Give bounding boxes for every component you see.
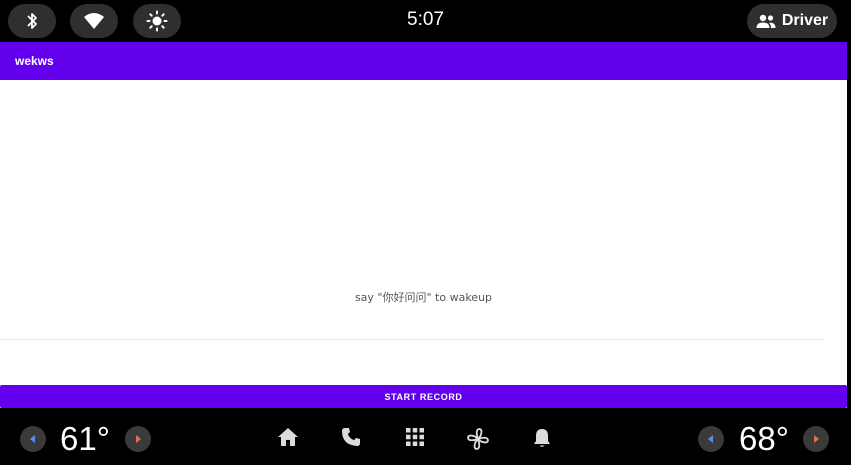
apps-grid-icon — [406, 428, 424, 446]
right-arrow-icon — [136, 435, 141, 443]
notifications-button[interactable] — [532, 427, 552, 449]
phone-button[interactable] — [341, 427, 361, 447]
home-button[interactable] — [277, 427, 299, 447]
divider — [0, 339, 824, 340]
app-bar: wekws — [0, 42, 847, 80]
user-label: Driver — [781, 12, 829, 29]
start-record-button[interactable]: START RECORD — [0, 385, 847, 408]
wakeup-hint-text: say "你好问问" to wakeup — [354, 291, 493, 304]
left-arrow-icon — [30, 435, 35, 443]
right-temperature: 68° — [739, 420, 789, 457]
app-title: wekws — [15, 54, 54, 68]
fan-icon — [467, 428, 489, 450]
left-temperature: 61° — [60, 420, 110, 457]
system-nav-bar: 61° 68° — [0, 408, 851, 465]
left-temp-increase-button[interactable] — [125, 426, 151, 452]
app-window: wekws say "你好问问" to wakeup START RECORD — [0, 42, 847, 408]
user-profile-button[interactable]: Driver — [747, 4, 837, 38]
clock: 5:07 — [407, 9, 444, 30]
person-icon — [756, 14, 776, 28]
apps-button[interactable] — [405, 427, 425, 447]
left-arrow-icon — [708, 435, 713, 443]
right-temp-increase-button[interactable] — [803, 426, 829, 452]
right-temp-decrease-button[interactable] — [698, 426, 724, 452]
notification-bell-icon — [534, 429, 550, 447]
home-icon — [278, 428, 298, 446]
climate-fan-button[interactable] — [466, 427, 490, 451]
left-temp-decrease-button[interactable] — [20, 426, 46, 452]
right-arrow-icon — [814, 435, 819, 443]
phone-icon — [342, 428, 360, 446]
status-bar: 5:07 Driver — [0, 0, 851, 42]
